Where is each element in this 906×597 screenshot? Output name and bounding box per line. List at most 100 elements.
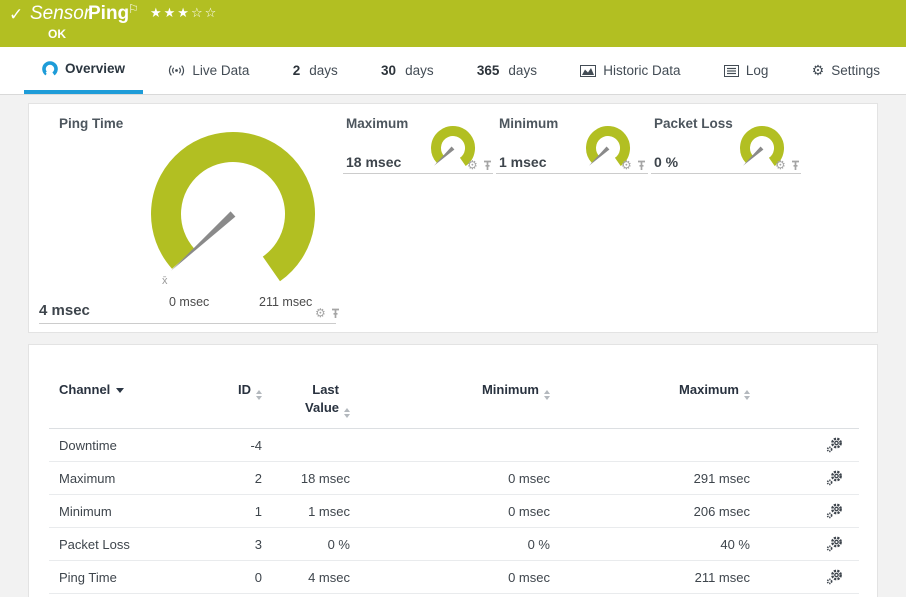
cell-max: 40 % <box>554 537 754 552</box>
channels-panel: Channel ID Last Value Minimum Maximum Downtim… <box>28 344 878 597</box>
gauge-settings-icon[interactable]: ⚙ <box>315 307 326 319</box>
column-label: Minimum <box>482 382 539 397</box>
tab-label: days <box>309 63 338 78</box>
settings-icon: ⚙ <box>812 62 825 79</box>
main-gauge-title: Ping Time <box>59 116 123 131</box>
gauge-settings-icon[interactable]: ⚙ <box>775 159 786 171</box>
cell-min: 0 msec <box>354 504 554 519</box>
gauge-pin-icon[interactable] <box>330 308 341 319</box>
channel-settings-icon[interactable] <box>826 437 843 453</box>
packet-loss-gauge-value: 0 % <box>654 154 678 170</box>
sort-icon[interactable] <box>544 390 550 400</box>
tab-days-2[interactable]: 2days <box>275 47 356 94</box>
tab-label: days <box>508 63 537 78</box>
gauge-pin-icon[interactable] <box>636 160 647 171</box>
channel-edit-cell <box>754 503 859 519</box>
channel-row-ping-time: Ping Time04 msec0 msec211 msec <box>49 561 859 594</box>
cell-channel[interactable]: Ping Time <box>49 570 204 585</box>
channel-settings-icon[interactable] <box>826 569 843 585</box>
cell-last: 0 % <box>266 537 354 552</box>
cell-last: 1 msec <box>266 504 354 519</box>
tab-label: Live Data <box>192 63 249 78</box>
channel-row-minimum: Minimum11 msec0 msec206 msec <box>49 495 859 528</box>
column-label: ID <box>238 382 251 397</box>
cell-last: 18 msec <box>266 471 354 486</box>
tab-days-30[interactable]: 30 days <box>363 47 452 94</box>
sensor-name: Ping <box>88 3 129 25</box>
gauge-icon <box>42 61 58 77</box>
channel-row-maximum: Maximum218 msec0 msec291 msec <box>49 462 859 495</box>
sensor-kind-label: Sensor <box>30 3 90 25</box>
tab-number: 365 <box>477 63 500 78</box>
column-header-min[interactable]: Minimum <box>354 381 554 400</box>
gauges-panel: Ping Time x̄ 0 msec 211 msec 4 msec ⚙ Ma… <box>28 103 878 333</box>
gauge-settings-icon[interactable]: ⚙ <box>467 159 478 171</box>
cell-min: 0 msec <box>354 570 554 585</box>
log-icon <box>724 65 739 77</box>
tab-settings[interactable]: ⚙ Settings <box>794 47 898 94</box>
column-header-max[interactable]: Maximum <box>554 381 754 400</box>
channel-table-header: Channel ID Last Value Minimum Maximum <box>49 381 859 429</box>
channel-edit-cell <box>754 536 859 552</box>
cell-max: 291 msec <box>554 471 754 486</box>
tab-label: Overview <box>65 61 125 76</box>
sensor-header: ✓ Sensor Ping ⚐ ★★★☆☆ OK <box>0 0 906 47</box>
sort-icon[interactable] <box>256 390 262 400</box>
gauge-pin-icon[interactable] <box>790 160 801 171</box>
cell-id: 0 <box>204 570 266 585</box>
tab-historic-data[interactable]: Historic Data <box>562 47 698 94</box>
tab-log[interactable]: Log <box>706 47 787 94</box>
priority-stars[interactable]: ★★★☆☆ <box>150 5 218 21</box>
cell-max: 211 msec <box>554 570 754 585</box>
ping-time-gauge <box>148 129 318 299</box>
cell-last: 4 msec <box>266 570 354 585</box>
channel-row-packet-loss: Packet Loss30 %0 %40 % <box>49 528 859 561</box>
tab-days-365[interactable]: 365 days <box>459 47 555 94</box>
channel-edit-cell <box>754 470 859 486</box>
gauge-pin-icon[interactable] <box>482 160 493 171</box>
sensor-page: ✓ Sensor Ping ⚐ ★★★☆☆ OK Overview Live Da… <box>0 0 906 597</box>
column-label: Channel <box>59 382 110 397</box>
channel-table: Channel ID Last Value Minimum Maximum Downtim… <box>49 381 859 594</box>
cell-channel[interactable]: Minimum <box>49 504 204 519</box>
maximum-gauge-title: Maximum <box>346 116 408 131</box>
channel-settings-icon[interactable] <box>826 503 843 519</box>
gauge-scale-min: 0 msec <box>169 295 209 309</box>
tab-live-data[interactable]: Live Data <box>150 47 267 94</box>
cell-min: 0 % <box>354 537 554 552</box>
column-header-last[interactable]: Last Value <box>266 381 354 418</box>
column-label: Maximum <box>679 382 739 397</box>
channel-settings-icon[interactable] <box>826 470 843 486</box>
column-header-id[interactable]: ID <box>204 381 266 400</box>
cell-id: 1 <box>204 504 266 519</box>
minimum-gauge-value: 1 msec <box>499 154 546 170</box>
channel-settings-icon[interactable] <box>826 536 843 552</box>
tab-number: 30 <box>381 63 396 78</box>
column-header-channel[interactable]: Channel <box>49 381 204 399</box>
cell-id: 2 <box>204 471 266 486</box>
cell-channel[interactable]: Maximum <box>49 471 204 486</box>
tab-label: days <box>405 63 434 78</box>
tab-label: Settings <box>831 63 880 78</box>
tab-overview[interactable]: Overview <box>24 47 143 94</box>
tab-strip: Overview Live Data 2days 30 days 365 days Histo… <box>0 47 906 95</box>
minimum-gauge-title: Minimum <box>499 116 558 131</box>
channel-row-downtime: Downtime-4 <box>49 429 859 462</box>
cell-id: 3 <box>204 537 266 552</box>
cell-channel[interactable]: Packet Loss <box>49 537 204 552</box>
sort-caret-icon[interactable] <box>116 388 124 393</box>
sort-icon[interactable] <box>344 408 350 418</box>
main-gauge-controls: ⚙ <box>315 307 341 319</box>
gauge-settings-icon[interactable]: ⚙ <box>621 159 632 171</box>
gauge-mean-marker: x̄ <box>162 275 168 287</box>
cell-id: -4 <box>204 438 266 453</box>
status-check-icon: ✓ <box>9 5 23 25</box>
channel-edit-cell <box>754 437 859 453</box>
sort-icon[interactable] <box>744 390 750 400</box>
cell-channel[interactable]: Downtime <box>49 438 204 453</box>
minimum-gauge-controls: ⚙ <box>621 159 647 171</box>
tab-label: Log <box>746 63 769 78</box>
flag-icon[interactable]: ⚐ <box>128 2 139 16</box>
column-label: Last Value <box>297 381 339 416</box>
maximum-gauge-controls: ⚙ <box>467 159 493 171</box>
